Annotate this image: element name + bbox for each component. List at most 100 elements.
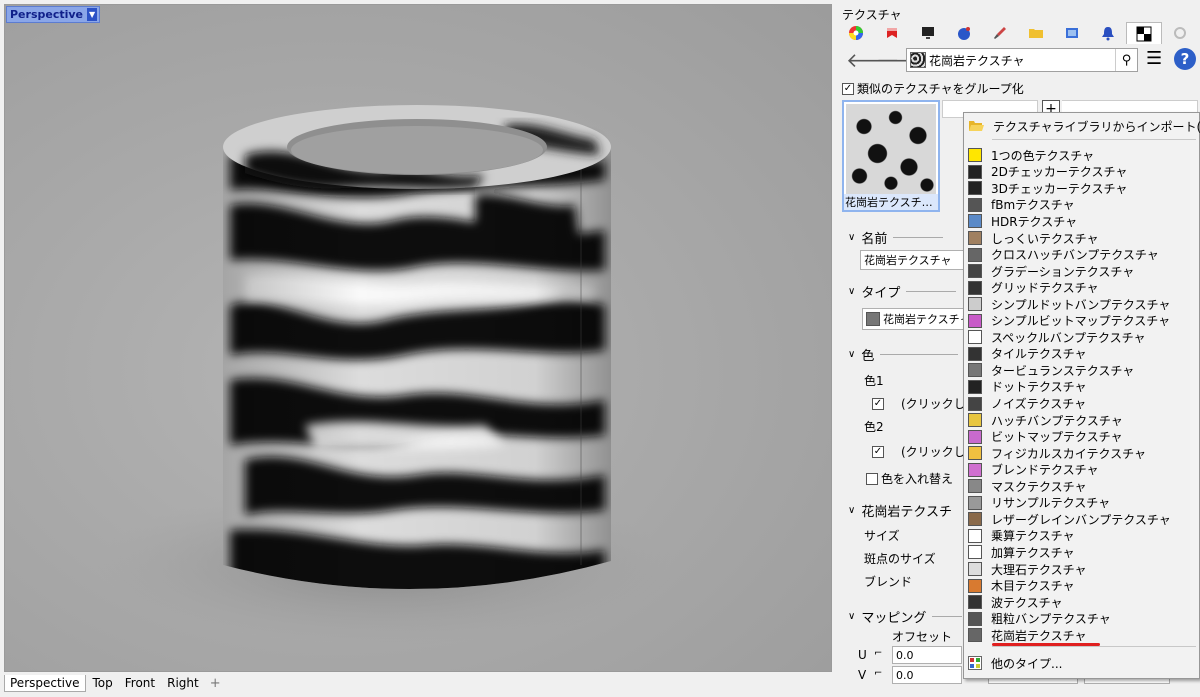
checker-texture-icon[interactable]: [1126, 22, 1162, 44]
menu-item-texture[interactable]: ハッチバンプテクスチャ: [964, 412, 1199, 429]
chevron-down-icon: ∨: [848, 232, 856, 243]
menu-item-label: 1つの色テクスチャ: [991, 148, 1095, 163]
bell-icon[interactable]: [1090, 22, 1126, 44]
tab-perspective[interactable]: Perspective: [4, 674, 86, 692]
menu-item-label: スペックルバンプテクスチャ: [991, 330, 1146, 345]
color1-checkbox[interactable]: ✓: [872, 397, 884, 410]
color1-row[interactable]: ✓ (クリックして: [872, 395, 977, 412]
menu-item-texture[interactable]: フィジカルスカイテクスチャ: [964, 445, 1199, 462]
section-type[interactable]: ∨ タイプ: [848, 282, 957, 301]
stucco-icon: [968, 231, 982, 246]
menu-item-texture[interactable]: 乗算テクスチャ: [964, 528, 1199, 545]
menu-item-label: 乗算テクスチャ: [991, 529, 1075, 544]
menu-item-texture[interactable]: ビットマップテクスチャ: [964, 428, 1199, 445]
help-icon[interactable]: ?: [1174, 48, 1196, 70]
chevron-down-icon[interactable]: ▼: [87, 8, 98, 21]
menu-item-other-types[interactable]: 他のタイプ...: [964, 655, 1199, 672]
section-name[interactable]: ∨ 名前: [848, 228, 944, 247]
section-granite[interactable]: ∨ 花崗岩テクスチ: [848, 501, 952, 520]
menu-item-texture[interactable]: 3Dチェッカーテクスチャ: [964, 180, 1199, 197]
menu-item-label: レザーグレインバンプテクスチャ: [991, 512, 1171, 527]
tab-front[interactable]: Front: [120, 675, 160, 691]
menu-item-texture[interactable]: レザーグレインバンプテクスチャ: [964, 511, 1199, 528]
group-similar-row[interactable]: ✓ 類似のテクスチャをグループ化: [842, 80, 1024, 97]
divider: [932, 616, 963, 617]
color-wheel-icon[interactable]: [838, 22, 874, 44]
type-dropdown[interactable]: 花崗岩テクスチャ: [862, 308, 964, 330]
color2-row[interactable]: ✓ (クリックして: [872, 443, 977, 460]
section-mapping[interactable]: ∨ マッピング: [848, 607, 963, 626]
menu-item-import[interactable]: テクスチャライブラリからインポート(I)...: [964, 118, 1200, 135]
menu-item-texture[interactable]: グラデーションテクスチャ: [964, 263, 1199, 280]
tab-right[interactable]: Right: [162, 675, 204, 691]
wave-icon: [968, 595, 982, 610]
checker-3d-icon: [968, 181, 982, 196]
search-icon[interactable]: ⚲: [1115, 49, 1137, 71]
hamburger-menu-icon[interactable]: ☰: [1146, 48, 1162, 69]
granite-thumbnail-icon: [910, 52, 926, 68]
menu-item-texture[interactable]: 2Dチェッカーテクスチャ: [964, 164, 1199, 181]
viewport-title[interactable]: Perspective ▼: [6, 6, 101, 23]
menu-item-texture[interactable]: fBmテクスチャ: [964, 197, 1199, 214]
menu-item-label: タイルテクスチャ: [991, 347, 1087, 362]
texture-thumbnail-selected[interactable]: 花崗岩テクスチ…: [842, 100, 940, 212]
v-lock-icon[interactable]: ⌐: [874, 668, 882, 679]
u-offset-field[interactable]: 0.0: [892, 646, 962, 664]
menu-item-texture[interactable]: マスクテクスチャ: [964, 478, 1199, 495]
perspective-viewport[interactable]: Perspective ▼: [4, 4, 832, 672]
u-lock-icon[interactable]: ⌐: [874, 648, 882, 659]
tab-top[interactable]: Top: [88, 675, 118, 691]
menu-item-texture[interactable]: タイルテクスチャ: [964, 346, 1199, 363]
checker-2d-icon: [968, 164, 982, 179]
name-field[interactable]: 花崗岩テクスチャ: [860, 250, 964, 270]
materials-icon[interactable]: [874, 22, 910, 44]
u-label: U: [858, 648, 867, 662]
menu-item-texture[interactable]: スペックルバンプテクスチャ: [964, 329, 1199, 346]
swap-checkbox[interactable]: [866, 472, 878, 485]
paint-brush-icon[interactable]: [982, 22, 1018, 44]
menu-item-texture[interactable]: 花崗岩テクスチャ: [964, 627, 1199, 644]
color2-checkbox[interactable]: ✓: [872, 445, 884, 458]
menu-item-texture[interactable]: しっくいテクスチャ: [964, 230, 1199, 247]
swap-colors-row[interactable]: 色を入れ替え: [866, 470, 953, 487]
turbulence-icon: [968, 363, 982, 378]
menu-item-texture[interactable]: シンプルビットマップテクスチャ: [964, 313, 1199, 330]
panel-title: テクスチャ: [842, 8, 902, 22]
menu-item-label: 2Dチェッカーテクスチャ: [991, 165, 1128, 180]
menu-item-texture[interactable]: ブレンドテクスチャ: [964, 461, 1199, 478]
v-offset-field[interactable]: 0.0: [892, 666, 962, 684]
menu-item-texture[interactable]: グリッドテクスチャ: [964, 279, 1199, 296]
menu-item-label: 大理石テクスチャ: [991, 562, 1087, 577]
texture-search-box[interactable]: 花崗岩テクスチャ ⚲: [906, 48, 1138, 72]
menu-item-texture[interactable]: 粗粒バンプテクスチャ: [964, 610, 1199, 627]
menu-item-texture[interactable]: リサンプルテクスチャ: [964, 495, 1199, 512]
navigation-row: 🡐 🡒 花崗岩テクスチャ ⚲ ☰ ?: [840, 46, 1200, 74]
monitor-icon[interactable]: [910, 22, 946, 44]
menu-item-texture[interactable]: HDRテクスチャ: [964, 213, 1199, 230]
menu-item-texture[interactable]: 木目テクスチャ: [964, 577, 1199, 594]
menu-item-texture[interactable]: 1つの色テクスチャ: [964, 147, 1199, 164]
section-color[interactable]: ∨ 色: [848, 345, 959, 364]
menu-item-texture[interactable]: ドットテクスチャ: [964, 379, 1199, 396]
blend-icon: [968, 462, 982, 477]
folder-open-icon: [968, 119, 984, 133]
menu-item-label: 木目テクスチャ: [991, 579, 1075, 594]
menu-item-texture[interactable]: ノイズテクスチャ: [964, 395, 1199, 412]
menu-item-texture[interactable]: シンプルドットバンプテクスチャ: [964, 296, 1199, 313]
mask-icon: [968, 479, 982, 494]
menu-item-texture[interactable]: 加算テクスチャ: [964, 544, 1199, 561]
settings-icon[interactable]: [1162, 22, 1198, 44]
menu-item-texture[interactable]: クロスハッチバンプテクスチャ: [964, 246, 1199, 263]
granite-icon: [968, 628, 982, 643]
render-icon[interactable]: [1054, 22, 1090, 44]
group-checkbox[interactable]: ✓: [842, 82, 854, 95]
environment-icon[interactable]: [946, 22, 982, 44]
solid-color-icon: [968, 148, 982, 163]
menu-item-texture[interactable]: タービュランステクスチャ: [964, 362, 1199, 379]
add-tab-icon[interactable]: +: [206, 676, 225, 691]
folder-icon[interactable]: [1018, 22, 1054, 44]
menu-item-label: しっくいテクスチャ: [991, 231, 1099, 246]
menu-item-texture[interactable]: 波テクスチャ: [964, 594, 1199, 611]
menu-item-label: タービュランステクスチャ: [991, 363, 1135, 378]
menu-item-texture[interactable]: 大理石テクスチャ: [964, 561, 1199, 578]
